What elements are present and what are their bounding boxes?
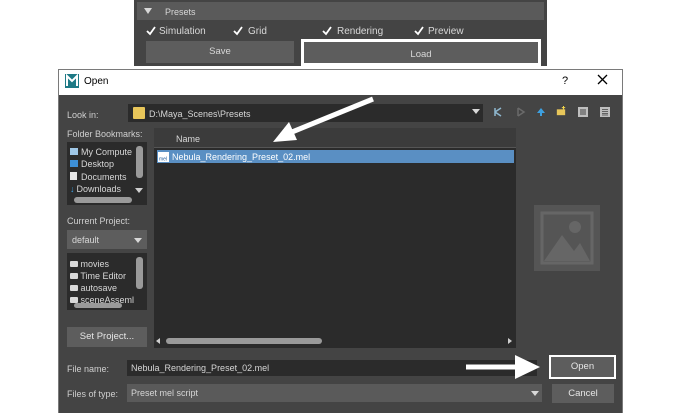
arrow-to-open-icon bbox=[466, 355, 540, 379]
arrow-to-file-icon bbox=[273, 96, 374, 142]
annotation-arrows bbox=[273, 96, 540, 379]
